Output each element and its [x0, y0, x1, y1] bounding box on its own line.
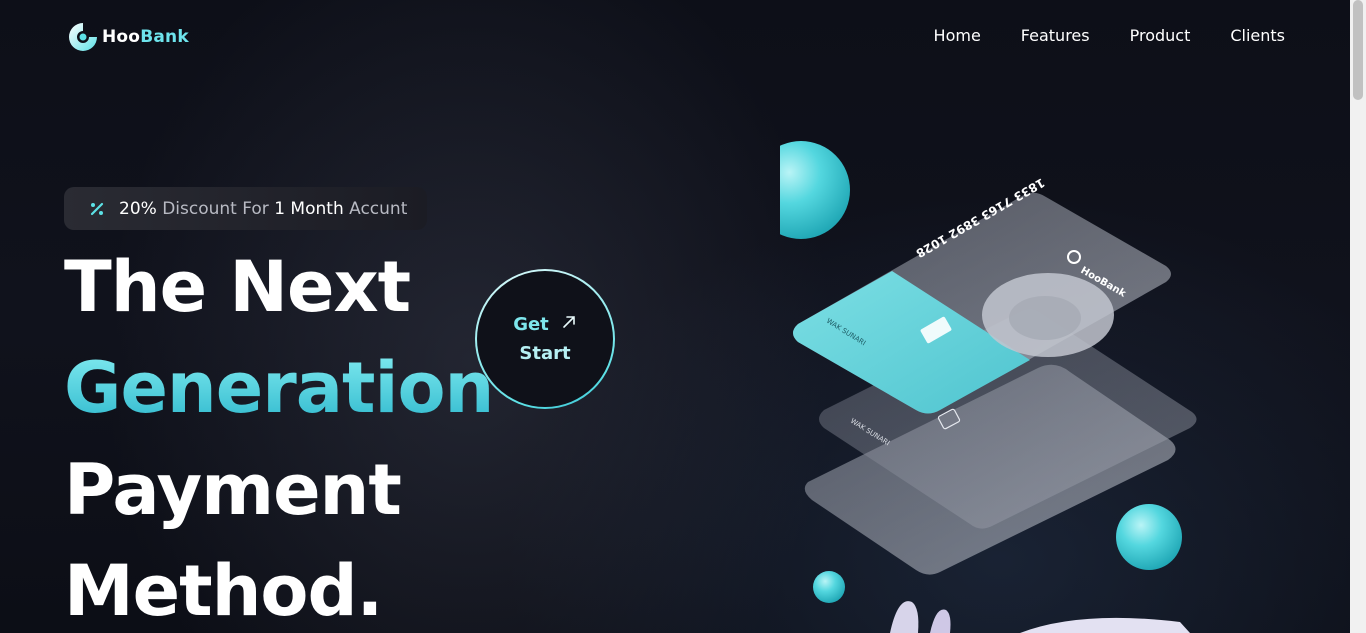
- hero-heading-line4: Method.: [64, 550, 383, 632]
- hero-page: HooBank Home Features Product Clients 20…: [0, 0, 1350, 633]
- discount-badge: 20% Discount For 1 Month Accunt: [64, 187, 427, 230]
- brand-logo[interactable]: HooBank: [67, 21, 189, 53]
- hero-heading-line2: Generation: [64, 347, 494, 429]
- get-started-row2: Start: [519, 343, 570, 364]
- hand-palm: [1020, 617, 1190, 633]
- nav-home[interactable]: Home: [934, 26, 981, 45]
- get-started-label-start: Start: [519, 343, 571, 364]
- get-started-inner: Get Start: [477, 271, 613, 407]
- scrollbar[interactable]: [1350, 0, 1366, 633]
- nav-features[interactable]: Features: [1021, 26, 1090, 45]
- scrollbar-thumb[interactable]: [1353, 0, 1363, 100]
- get-started-label-get: Get: [513, 314, 549, 335]
- get-started-button[interactable]: Get Start: [475, 269, 615, 409]
- decor-sphere-top: [780, 141, 850, 239]
- nav-clients[interactable]: Clients: [1230, 26, 1285, 45]
- hero-heading-line3: Payment: [64, 449, 402, 531]
- cards-illustration: WAK SUNARI 1833 7163 3892 1028 HooBank W…: [780, 141, 1197, 633]
- arrow-up-right-icon: [562, 315, 575, 328]
- discount-text: 20% Discount For 1 Month Accunt: [119, 198, 408, 219]
- brand-name: HooBank: [102, 27, 189, 47]
- get-started-row1: Get: [513, 314, 577, 335]
- hero-heading-line1: The Next: [64, 246, 411, 328]
- nav-product[interactable]: Product: [1130, 26, 1191, 45]
- discount-icon: [90, 202, 104, 215]
- decor-sphere-right: [1116, 504, 1182, 570]
- hoobank-logo-icon: [69, 23, 97, 51]
- main-nav: Home Features Product Clients: [934, 26, 1285, 45]
- decor-sphere-small: [813, 571, 845, 603]
- hand-finger-2: [930, 609, 951, 633]
- hand-finger-1: [890, 601, 919, 633]
